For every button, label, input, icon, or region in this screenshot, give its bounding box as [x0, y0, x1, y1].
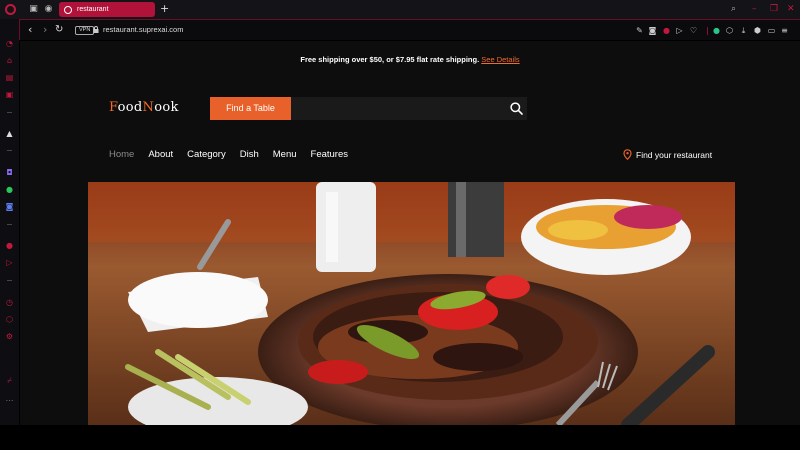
vpn-badge[interactable]: VPN	[75, 26, 95, 35]
sidebar-messenger-icon[interactable]: ◘	[5, 168, 14, 177]
browser-tab[interactable]: restaurant	[59, 2, 155, 17]
search-input[interactable]	[291, 97, 527, 120]
logo-text-ook: ook	[154, 100, 179, 115]
opera-logo-icon[interactable]	[5, 4, 16, 15]
nav-features[interactable]: Features	[311, 149, 349, 161]
see-details-link[interactable]: See Details	[481, 55, 519, 64]
extensions-icon[interactable]: ⬡	[725, 26, 734, 35]
shipping-text: Free shipping over $50, or $7.95 flat ra…	[300, 55, 480, 64]
sidebar-games-icon[interactable]: ▣	[5, 90, 14, 99]
taskbar-area	[0, 425, 800, 450]
find-table-button[interactable]: Find a Table	[210, 97, 291, 120]
sidebar-player-icon[interactable]: ▷	[5, 258, 14, 267]
shield-icon[interactable]: ◉	[44, 5, 53, 14]
close-icon[interactable]: ✕	[787, 3, 795, 15]
address-bar: ‹ › ↻ VPN restaurant.suprexai.com ✎ ◙ ● …	[19, 19, 800, 40]
separator-icon: |	[706, 26, 709, 35]
sidebar-shop-icon[interactable]: ⌂	[5, 56, 14, 65]
sidebar-more-icon[interactable]: ⋯	[5, 396, 14, 405]
maximize-icon[interactable]: ❐	[770, 3, 778, 15]
sidebar-aria-icon[interactable]: ▲	[5, 129, 14, 138]
menu-icon[interactable]: ≡	[780, 26, 789, 35]
logo-text-ood: ood	[117, 100, 143, 115]
browser-titlebar: ▣ ◉ restaurant + ⌕ – ❐ ✕	[0, 0, 800, 19]
find-restaurant-link[interactable]: Find your restaurant	[623, 149, 712, 160]
minimize-icon[interactable]: –	[752, 3, 757, 15]
sidebar-discord-icon[interactable]: ◙	[5, 202, 14, 211]
logo-letter-f: F	[109, 100, 118, 115]
tab-overview-icon[interactable]: ▣	[29, 5, 38, 14]
nav-about[interactable]: About	[148, 149, 173, 161]
sidebar-history-icon[interactable]: ◷	[5, 298, 14, 307]
nav-menu[interactable]: Menu	[273, 149, 297, 161]
lock-icon[interactable]	[93, 26, 99, 33]
find-restaurant-label: Find your restaurant	[636, 149, 713, 160]
new-tab-button[interactable]: +	[160, 3, 169, 15]
search-icon[interactable]	[509, 101, 524, 116]
tab-favicon-icon	[64, 5, 72, 14]
search-tabs-icon[interactable]: ⌕	[731, 3, 736, 15]
extension-green-icon[interactable]: ●	[712, 26, 721, 35]
main-nav: Home About Category Dish Menu Features	[109, 149, 362, 161]
cube-icon[interactable]: ⬢	[753, 26, 762, 35]
sidebar-settings-icon[interactable]: ⚙	[5, 332, 14, 341]
sidebar-record-icon[interactable]: ●	[5, 241, 14, 250]
location-pin-icon	[623, 149, 632, 160]
wallet-icon[interactable]: ▭	[767, 26, 776, 35]
nav-category[interactable]: Category	[187, 149, 226, 161]
browser-sidebar: ◔ ⌂ ▤ ▣ ▲ ◘ ● ◙ ● ▷ ◷ ⬡ ⚙ ⌿ ⋯	[0, 19, 19, 425]
heart-icon[interactable]: ●	[662, 26, 671, 35]
logo-letter-n: N	[142, 100, 155, 115]
forward-icon[interactable]: ›	[43, 23, 47, 37]
hero-food-image	[88, 182, 735, 425]
reload-icon[interactable]: ↻	[55, 23, 63, 37]
camera-icon[interactable]: ◙	[648, 26, 657, 35]
nav-home[interactable]: Home	[109, 149, 134, 161]
tab-title: restaurant	[77, 6, 109, 13]
sidebar-news-icon[interactable]: ▤	[5, 73, 14, 82]
web-page: Free shipping over $50, or $7.95 flat ra…	[20, 41, 800, 425]
favorite-icon[interactable]: ♡	[689, 26, 698, 35]
sidebar-whatsapp-icon[interactable]: ●	[5, 185, 14, 194]
download-icon[interactable]: ⤓	[739, 26, 748, 35]
site-logo[interactable]: FoodNook	[109, 100, 179, 115]
snapshot-icon[interactable]: ✎	[635, 26, 644, 35]
nav-dish[interactable]: Dish	[240, 149, 259, 161]
sidebar-flow-icon[interactable]: ◔	[5, 39, 14, 48]
shipping-banner: Free shipping over $50, or $7.95 flat ra…	[20, 55, 800, 64]
sidebar-extensions-icon[interactable]: ⬡	[5, 315, 14, 324]
url-field[interactable]: restaurant.suprexai.com	[103, 25, 183, 35]
play-icon[interactable]: ▷	[675, 26, 684, 35]
back-icon[interactable]: ‹	[28, 23, 32, 37]
sidebar-pin-icon[interactable]: ⌿	[5, 376, 14, 385]
